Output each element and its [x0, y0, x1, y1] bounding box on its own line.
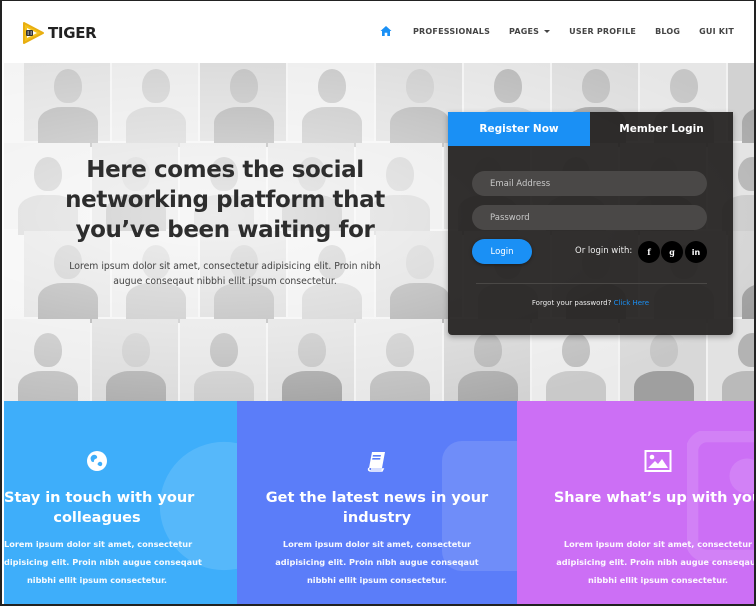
- nav-professionals-label: PROFESSIONALS: [412, 26, 491, 36]
- nav-pages-label: PAGES: [509, 26, 540, 36]
- tiger-logo-icon: [23, 22, 44, 44]
- divider: [476, 283, 707, 284]
- or-login-with-label: Or login with:: [575, 246, 633, 256]
- home-icon: [380, 26, 392, 36]
- feature-text-line3: nibbhi ellit ipsum consectetur.: [26, 575, 168, 585]
- feature-title: Get the latest news in your industry: [237, 489, 517, 528]
- password-field[interactable]: [472, 205, 707, 230]
- feature-title-line2: colleagues: [53, 509, 141, 526]
- nav-blog[interactable]: BLOG: [655, 27, 680, 36]
- google-plus-icon[interactable]: g: [661, 241, 683, 263]
- forgot-password-text: Forgot your password?: [531, 299, 612, 307]
- tab-member-login[interactable]: Member Login: [590, 112, 733, 146]
- feature-share: Share what’s up with you Lorem ipsum dol…: [517, 401, 756, 604]
- feature-latest-news: Get the latest news in your industry Lor…: [237, 401, 517, 604]
- site-header: TIGER PROFESSIONALS PAGES USER PROFILE B…: [2, 1, 754, 63]
- nav-gui-kit-label: GUI KIT: [699, 26, 734, 36]
- nav-user-profile-label: USER PROFILE: [569, 26, 637, 36]
- image-icon: [644, 450, 672, 472]
- feature-title-line1: Get the latest news in your: [265, 490, 489, 506]
- feature-text: Lorem ipsum dolor sit amet, consectetur …: [4, 535, 202, 589]
- login-panel: Register Now Member Login Login Or login…: [448, 112, 733, 335]
- logo-text: TIGER: [48, 24, 97, 42]
- globe-icon: [87, 451, 107, 471]
- logo[interactable]: TIGER: [20, 20, 97, 46]
- feature-text: Lorem ipsum dolor sit amet, consectetur …: [517, 535, 756, 589]
- feature-text-line3: nibbhi ellit ipsum consectetur.: [587, 575, 729, 585]
- feature-text-line1: Lorem ipsum dolor sit amet, consectetur: [563, 539, 753, 549]
- forgot-password: Forgot your password? Click Here: [448, 299, 733, 307]
- feature-text-line3: nibbhi ellit ipsum consectetur.: [306, 575, 448, 585]
- feature-text: Lorem ipsum dolor sit amet, consectetur …: [237, 535, 517, 589]
- book-icon: [367, 452, 385, 472]
- tab-register-now[interactable]: Register Now: [448, 112, 590, 146]
- feature-title: Stay in touch with your colleagues: [4, 489, 195, 528]
- nav-professionals[interactable]: PROFESSIONALS: [413, 27, 490, 36]
- email-field[interactable]: [472, 171, 707, 196]
- facebook-icon[interactable]: f: [638, 241, 660, 263]
- feature-title-line2: industry: [342, 509, 412, 526]
- feature-text-line1: Lorem ipsum dolor sit amet, consectetur: [282, 539, 472, 549]
- feature-title: Share what’s up with you: [517, 489, 756, 509]
- feature-text-line2: dipisicing elit. Proin nibh augue conseq…: [4, 557, 202, 567]
- forgot-password-link[interactable]: Click Here: [614, 299, 650, 307]
- feature-text-line2: adipisicing elit. Proin nibh augue conse…: [556, 557, 756, 567]
- nav-home[interactable]: [380, 25, 394, 37]
- feature-stay-in-touch: Stay in touch with your colleagues Lorem…: [4, 401, 237, 604]
- login-button[interactable]: Login: [472, 239, 532, 264]
- feature-text-line2: adipisicing elit. Proin nibh augue conse…: [275, 557, 479, 567]
- hero-title: Here comes the social networking platfor…: [65, 157, 385, 243]
- features-section: Stay in touch with your colleagues Lorem…: [4, 401, 756, 604]
- main-nav: PROFESSIONALS PAGES USER PROFILE BLOG GU…: [361, 25, 734, 37]
- feature-title-line1: Share what’s up with you: [553, 490, 756, 506]
- hero-subtitle: Lorem ipsum dolor sit amet, consectetur …: [69, 261, 381, 287]
- nav-blog-label: BLOG: [655, 26, 681, 36]
- feature-text-line1: Lorem ipsum dolor sit amet, consectetur: [4, 539, 193, 549]
- caret-down-icon: [544, 29, 551, 33]
- page-frame: TIGER PROFESSIONALS PAGES USER PROFILE B…: [0, 0, 756, 606]
- nav-pages[interactable]: PAGES: [509, 26, 551, 36]
- linkedin-icon[interactable]: in: [685, 241, 707, 263]
- feature-title-line1: Stay in touch with your: [4, 490, 195, 506]
- nav-user-profile[interactable]: USER PROFILE: [569, 27, 636, 36]
- nav-gui-kit[interactable]: GUI KIT: [699, 27, 734, 36]
